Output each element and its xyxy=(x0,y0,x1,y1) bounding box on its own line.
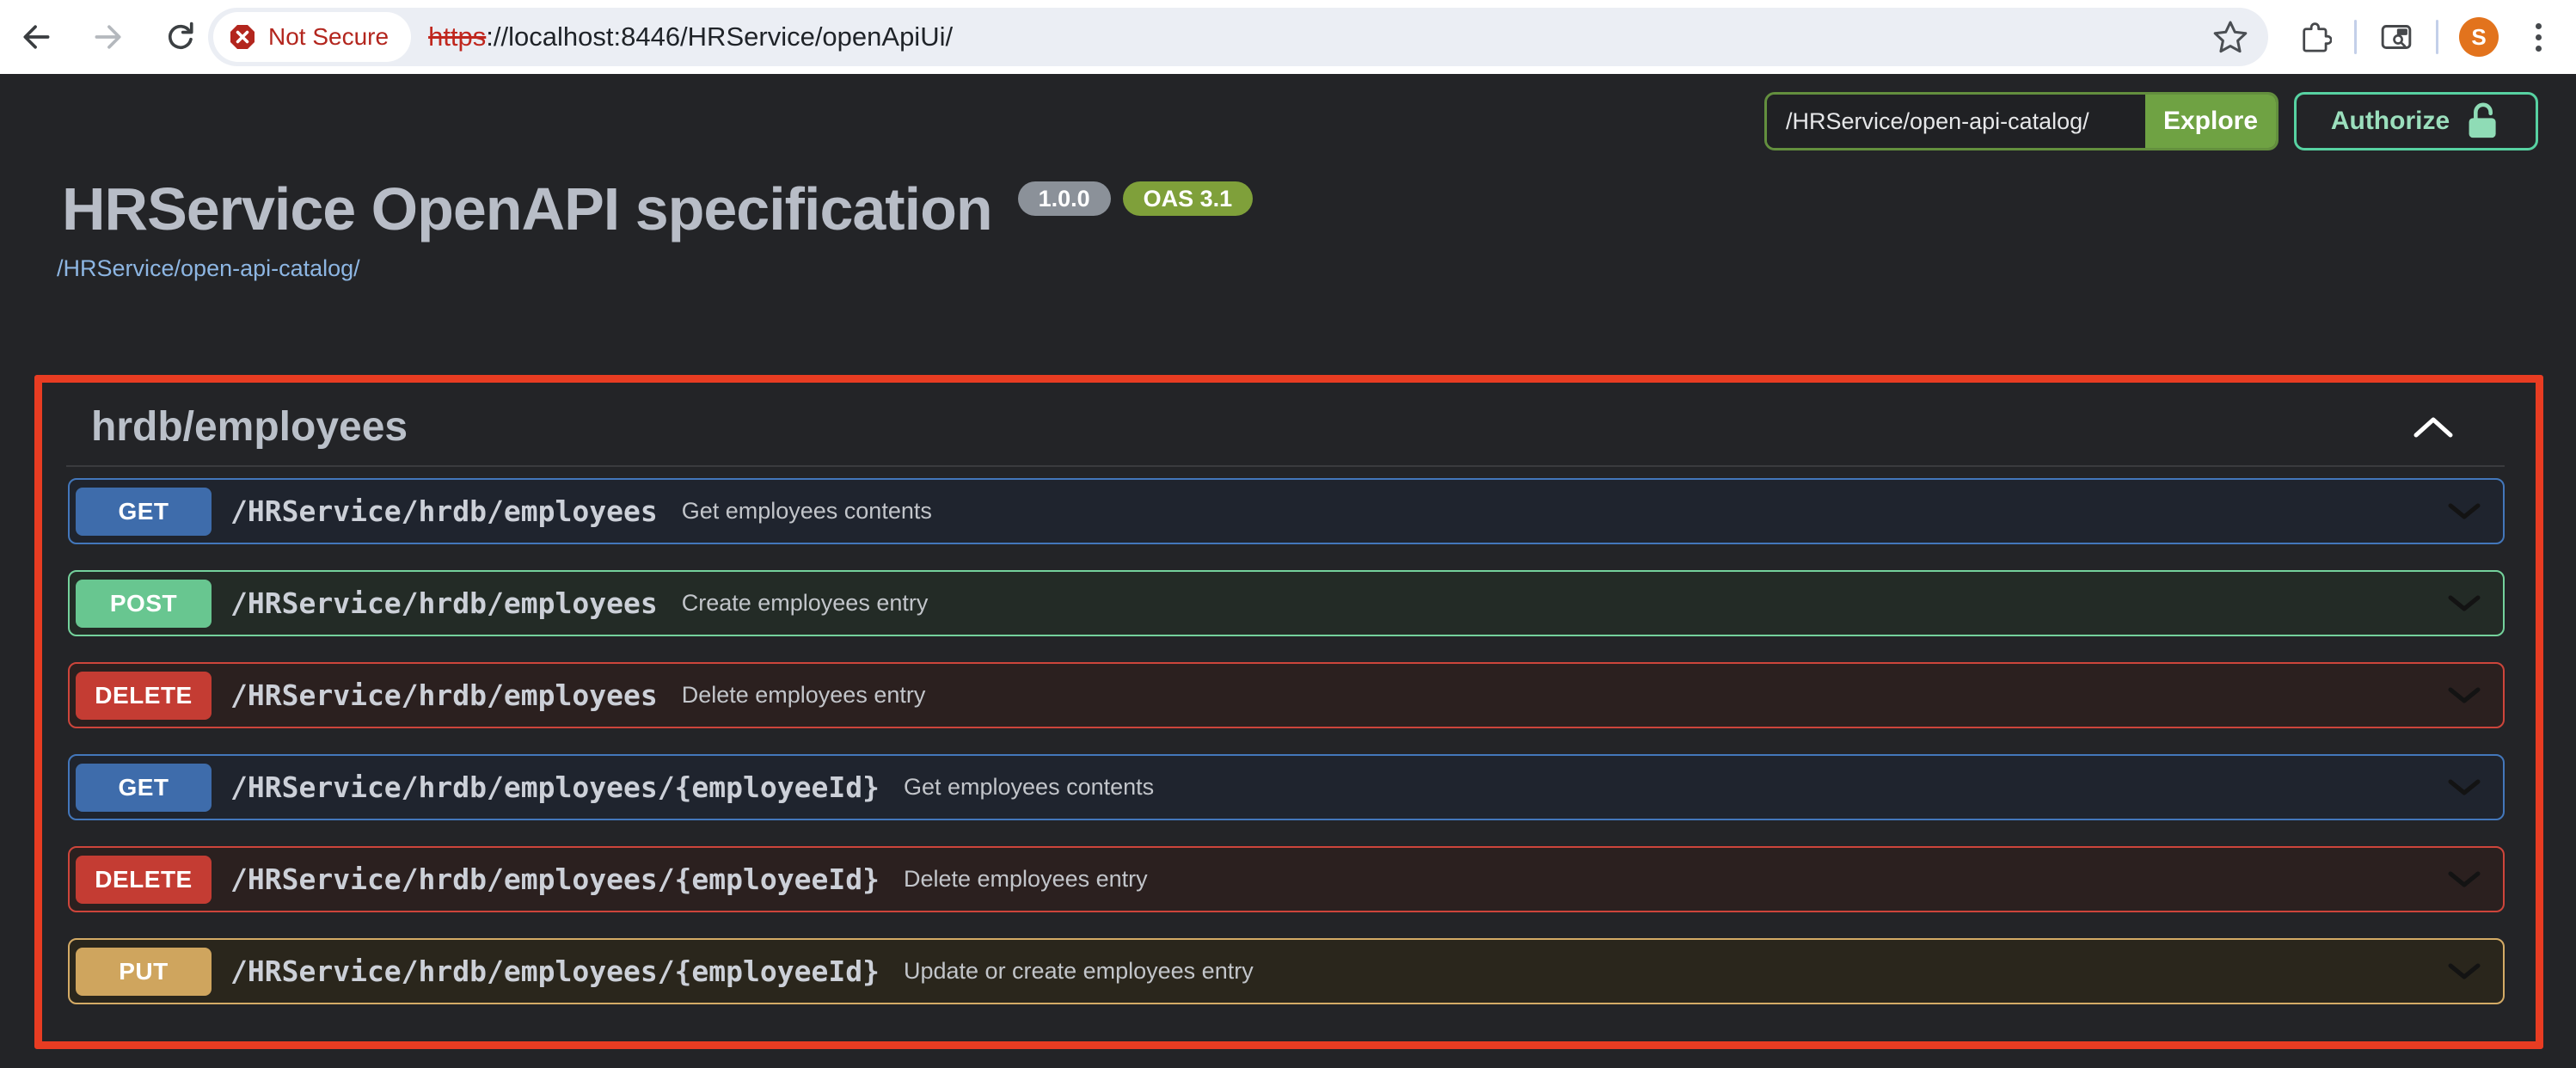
chevron-down-icon[interactable] xyxy=(2448,963,2481,980)
oas-badge: OAS 3.1 xyxy=(1123,181,1254,216)
unlock-icon xyxy=(2465,101,2501,142)
explore-input-group: Explore xyxy=(1764,92,2279,150)
chevron-down-icon[interactable] xyxy=(2448,503,2481,520)
browser-toolbar: Not Secure https://localhost:8446/HRServ… xyxy=(0,0,2576,74)
puzzle-icon xyxy=(2297,20,2332,54)
tag-title: hrdb/employees xyxy=(91,405,408,450)
side-panel-search-icon xyxy=(2379,20,2413,54)
chevron-up-icon[interactable] xyxy=(2413,416,2453,439)
authorize-button[interactable]: Authorize xyxy=(2294,92,2538,150)
method-badge: PUT xyxy=(76,948,212,996)
operation-row-put-employee-by-id[interactable]: PUT /HRService/hrdb/employees/{employeeI… xyxy=(68,938,2505,1004)
operation-summary: Delete employees entry xyxy=(682,682,926,709)
swagger-page: Explore Authorize HRService OpenAPI spec… xyxy=(0,74,2576,1068)
operation-summary: Update or create employees entry xyxy=(904,958,1254,985)
method-badge: POST xyxy=(76,580,212,628)
spec-link[interactable]: /HRService/open-api-catalog/ xyxy=(57,255,360,282)
toolbar-divider xyxy=(2436,20,2438,54)
operation-summary: Get employees contents xyxy=(682,498,932,525)
title-badges: 1.0.0 OAS 3.1 xyxy=(1018,181,1254,216)
explore-input[interactable] xyxy=(1767,95,2145,148)
operation-summary: Delete employees entry xyxy=(904,866,1148,893)
method-badge: GET xyxy=(76,488,212,536)
operation-summary: Create employees entry xyxy=(682,590,929,617)
back-icon xyxy=(19,20,53,54)
nav-buttons xyxy=(17,18,199,56)
operation-row-get-employee-by-id[interactable]: GET /HRService/hrdb/employees/{employeeI… xyxy=(68,754,2505,820)
operation-path: /HRService/hrdb/employees/{employeeId} xyxy=(230,770,880,804)
not-secure-icon xyxy=(229,23,256,51)
operation-row-delete-employees[interactable]: DELETE /HRService/hrdb/employees Delete … xyxy=(68,662,2505,728)
version-badge: 1.0.0 xyxy=(1018,181,1111,216)
operation-summary: Get employees contents xyxy=(904,774,1154,801)
method-badge: DELETE xyxy=(76,672,212,720)
forward-icon xyxy=(91,20,126,54)
side-panel-button[interactable] xyxy=(2377,18,2415,56)
highlighted-tag-section: hrdb/employees GET /HRService/hrdb/emplo… xyxy=(34,375,2543,1049)
not-secure-label: Not Secure xyxy=(268,23,389,51)
operation-path: /HRService/hrdb/employees/{employeeId} xyxy=(230,862,880,896)
url-text: https://localhost:8446/HRService/openApi… xyxy=(428,21,953,52)
api-info: HRService OpenAPI specification 1.0.0 OA… xyxy=(62,176,2576,282)
reload-button[interactable] xyxy=(162,18,199,56)
url-scheme-struck: https xyxy=(428,21,486,52)
reload-icon xyxy=(163,20,198,54)
authorize-label: Authorize xyxy=(2331,107,2450,136)
extensions-button[interactable] xyxy=(2296,18,2334,56)
operation-path: /HRService/hrdb/employees/{employeeId} xyxy=(230,954,880,988)
star-icon xyxy=(2211,18,2249,56)
method-badge: GET xyxy=(76,764,212,812)
swagger-topbar: Explore Authorize xyxy=(0,92,2576,150)
chevron-down-icon[interactable] xyxy=(2448,779,2481,796)
browser-menu-button[interactable] xyxy=(2519,23,2557,52)
operation-row-post-employees[interactable]: POST /HRService/hrdb/employees Create em… xyxy=(68,570,2505,636)
profile-avatar[interactable]: S xyxy=(2459,17,2499,57)
operation-path: /HRService/hrdb/employees xyxy=(230,494,658,528)
toolbar-right-icons: S xyxy=(2296,17,2557,57)
tag-header[interactable]: hrdb/employees xyxy=(42,383,2536,450)
toolbar-divider xyxy=(2354,20,2357,54)
bookmark-button[interactable] xyxy=(2211,18,2249,56)
not-secure-chip[interactable]: Not Secure xyxy=(213,12,411,62)
explore-button[interactable]: Explore xyxy=(2145,95,2276,148)
operation-row-delete-employee-by-id[interactable]: DELETE /HRService/hrdb/employees/{employ… xyxy=(68,846,2505,912)
chevron-down-icon[interactable] xyxy=(2448,687,2481,704)
url-bar[interactable]: Not Secure https://localhost:8446/HRServ… xyxy=(208,8,2268,66)
url-rest: ://localhost:8446/HRService/openApiUi/ xyxy=(486,21,953,52)
chevron-down-icon[interactable] xyxy=(2448,871,2481,888)
forward-button[interactable] xyxy=(89,18,127,56)
method-badge: DELETE xyxy=(76,856,212,904)
back-button[interactable] xyxy=(17,18,55,56)
operations-list: GET /HRService/hrdb/employees Get employ… xyxy=(42,467,2536,1004)
operation-path: /HRService/hrdb/employees xyxy=(230,678,658,712)
page-title: HRService OpenAPI specification xyxy=(62,176,992,242)
operation-row-get-employees[interactable]: GET /HRService/hrdb/employees Get employ… xyxy=(68,478,2505,544)
operation-path: /HRService/hrdb/employees xyxy=(230,586,658,620)
chevron-down-icon[interactable] xyxy=(2448,595,2481,612)
